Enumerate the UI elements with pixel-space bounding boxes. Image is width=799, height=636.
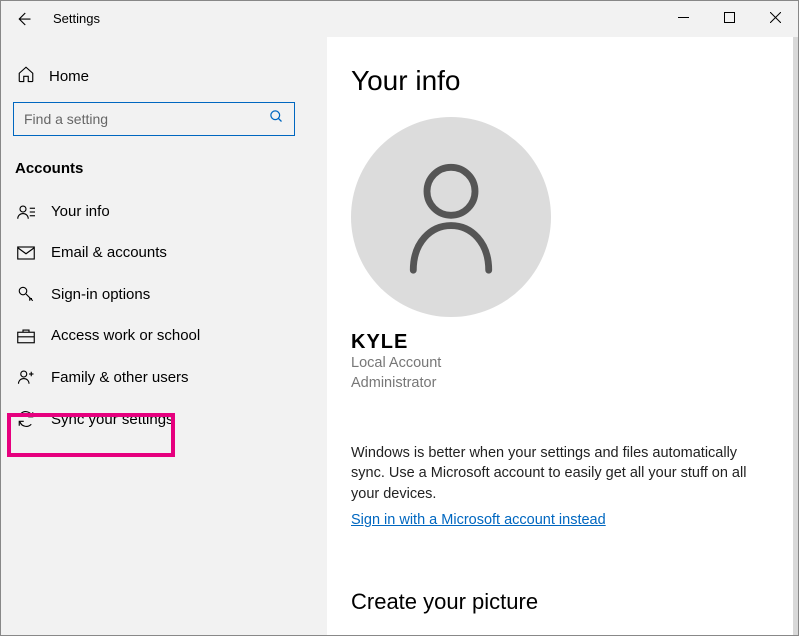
sidebar-item-label: Email & accounts: [51, 244, 167, 261]
minimize-icon: [678, 12, 689, 23]
your-info-icon: [17, 204, 35, 220]
sidebar-item-label: Your info: [51, 203, 110, 220]
scrollbar[interactable]: [793, 37, 798, 635]
sidebar-item-label: Family & other users: [51, 369, 189, 386]
account-role: Administrator: [351, 374, 774, 394]
sidebar-item-label: Access work or school: [51, 327, 200, 344]
close-button[interactable]: [752, 1, 798, 33]
username: KYLE: [351, 331, 774, 354]
search-box[interactable]: [13, 102, 295, 136]
sidebar: Home Accounts Your info Email & accounts: [1, 37, 327, 635]
sidebar-item-work[interactable]: Access work or school: [13, 315, 315, 356]
sidebar-item-email[interactable]: Email & accounts: [13, 232, 315, 273]
account-type: Local Account: [351, 354, 774, 374]
sidebar-section-header: Accounts: [15, 160, 315, 177]
camera-icon: [351, 633, 383, 635]
mail-icon: [17, 246, 35, 260]
minimize-button[interactable]: [660, 1, 706, 33]
signin-ms-link[interactable]: Sign in with a Microsoft account instead: [351, 512, 606, 528]
titlebar: Settings: [1, 1, 798, 37]
page-heading: Your info: [351, 65, 774, 97]
close-icon: [770, 12, 781, 23]
sidebar-item-family[interactable]: Family & other users: [13, 356, 315, 398]
sidebar-item-label: Sync your settings: [51, 411, 174, 428]
back-button[interactable]: [1, 1, 45, 37]
nav-home-label: Home: [49, 68, 89, 85]
arrow-left-icon: [14, 10, 32, 28]
camera-option[interactable]: Camera: [351, 633, 774, 635]
maximize-button[interactable]: [706, 1, 752, 33]
maximize-icon: [724, 12, 735, 23]
people-icon: [17, 368, 35, 386]
sidebar-item-sync[interactable]: Sync your settings: [13, 398, 315, 440]
sidebar-item-your-info[interactable]: Your info: [13, 191, 315, 232]
window-title: Settings: [53, 11, 100, 26]
picture-heading: Create your picture: [351, 589, 774, 615]
sync-icon: [17, 410, 35, 428]
content-pane: Your info KYLE Local Account Administrat…: [327, 37, 798, 635]
search-input[interactable]: [24, 111, 284, 127]
key-icon: [17, 285, 35, 303]
promo-text: Windows is better when your settings and…: [351, 443, 774, 504]
sidebar-item-label: Sign-in options: [51, 286, 150, 303]
person-icon: [396, 157, 506, 277]
profile-avatar: [351, 117, 551, 317]
home-icon: [17, 65, 35, 88]
sidebar-item-signin[interactable]: Sign-in options: [13, 273, 315, 315]
search-icon: [269, 109, 284, 129]
nav-home[interactable]: Home: [13, 57, 315, 102]
briefcase-icon: [17, 328, 35, 344]
